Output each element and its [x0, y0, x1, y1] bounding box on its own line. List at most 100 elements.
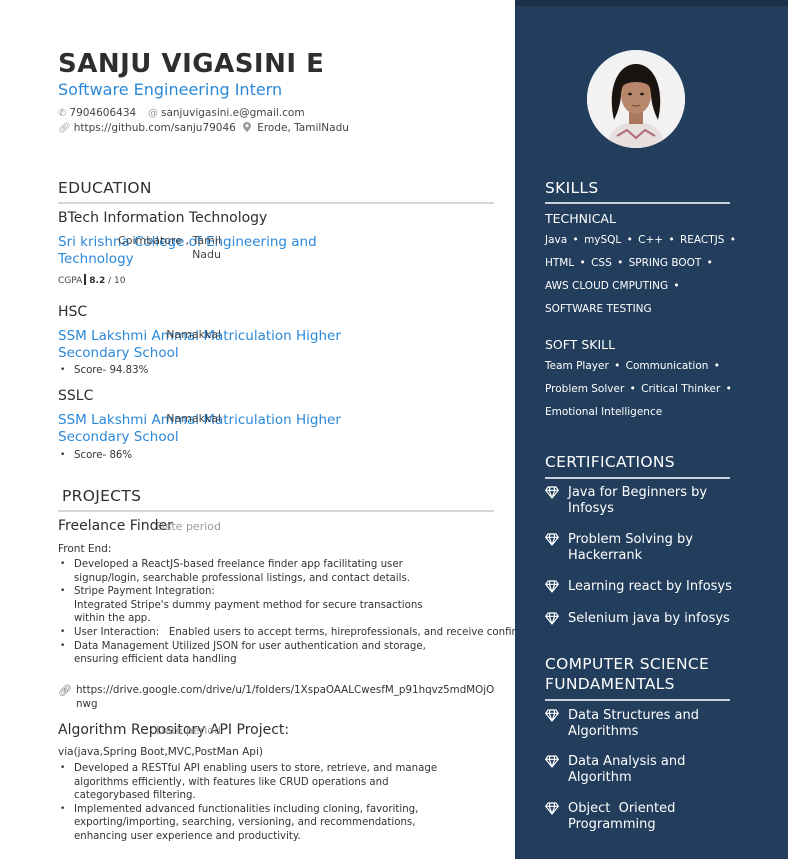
technical-skills-line: Java • mySQL • C++ • REACTJS • — [545, 234, 736, 246]
contact-phone: ✆ 7904606434 — [58, 107, 136, 119]
certification-label: Problem Solving by Hackerrank — [568, 532, 693, 563]
education-details: Score- 86% — [58, 449, 498, 463]
skill-tag: CSS — [591, 257, 612, 269]
cgpa-label: CGPA — [58, 276, 83, 286]
education-details: Score- 94.83% — [58, 364, 498, 378]
skill-tag: Emotional Intelligence — [545, 406, 663, 418]
skill-tag: AWS CLOUD CMPUTING — [545, 280, 669, 292]
education-degree: BTech Information Technology — [58, 210, 268, 226]
list-item: Score- 86% — [58, 449, 498, 463]
certifications-divider — [545, 477, 730, 479]
diamond-icon — [545, 612, 559, 625]
sidebar: SKILLS TECHNICAL Java • mySQL • C++ • RE… — [515, 0, 788, 859]
projects-divider — [58, 510, 494, 512]
skill-tag: SOFTWARE TESTING — [545, 303, 652, 315]
certification-label: Java for Beginners by Infosys — [568, 485, 708, 516]
email-text[interactable]: sanjuvigasini.e@gmail.com — [161, 107, 305, 119]
soft-skills-line: Team Player • Communication • — [545, 360, 720, 372]
technical-skills-line: HTML • CSS • SPRING BOOT • — [545, 257, 713, 269]
skill-tag: Critical Thinker — [641, 383, 721, 395]
location-text: Erode, TamilNadu — [257, 122, 349, 134]
technical-skills-label: TECHNICAL — [545, 211, 616, 226]
diamond-icon — [545, 802, 559, 815]
skill-tag: mySQL — [584, 234, 622, 246]
cgpa-value: 8.2 — [89, 276, 106, 286]
candidate-role: Software Engineering Intern — [58, 80, 283, 99]
project-bullets: Developed a ReactJS-based freelance find… — [58, 558, 728, 667]
skill-tag: Team Player — [545, 360, 609, 372]
link-icon: 🔗︎ — [58, 123, 71, 134]
main-column: SANJU VIGASINI E Software Engineering In… — [0, 0, 728, 859]
projects-heading: PROJECTS — [62, 487, 142, 505]
skills-heading: SKILLS — [545, 179, 599, 197]
diamond-icon — [545, 709, 559, 722]
certification-item: Selenium java by infosys — [545, 611, 745, 627]
cgpa-separator — [84, 274, 87, 285]
certifications-heading: CERTIFICATIONS — [545, 453, 675, 471]
skill-tag: REACTJS — [679, 234, 725, 246]
fundamentals-divider — [545, 699, 730, 701]
cgpa-line: CGPA 8.2 / 10 — [58, 274, 125, 286]
project-link-url[interactable]: https://drive.google.com/drive/u/1/folde… — [76, 684, 494, 710]
certification-label: Learning react by Infosys — [568, 579, 732, 594]
soft-skills-line: Problem Solver • Critical Thinker • — [545, 383, 732, 395]
skill-tag: Communication — [625, 360, 709, 372]
list-item: Implemented advanced functionalities inc… — [58, 803, 453, 844]
candidate-name: SANJU VIGASINI E — [58, 49, 325, 79]
avatar-portrait — [587, 50, 685, 148]
avatar — [587, 50, 685, 148]
diamond-icon — [545, 755, 559, 768]
contact-location: Erode, TamilNadu — [243, 122, 349, 134]
technical-skills-line: AWS CLOUD CMPUTING • — [545, 280, 680, 292]
education-location: Namakkal — [166, 328, 221, 341]
education-heading: EDUCATION — [58, 179, 152, 197]
fundamentals-item: Data Analysis and Algorithm — [545, 754, 745, 786]
sidebar-top-bar — [515, 0, 788, 6]
skill-tag: Java — [545, 234, 568, 246]
skills-divider — [545, 202, 730, 204]
fundamentals-item: Data Structures and Algorithms — [545, 708, 745, 740]
certification-label: Selenium java by infosys — [568, 611, 730, 626]
list-item: Score- 94.83% — [58, 364, 498, 378]
phone-icon: ✆ — [58, 108, 67, 119]
fundamentals-label: Data Structures and Algorithms — [568, 708, 700, 739]
certification-item: Problem Solving by Hackerrank — [545, 532, 745, 564]
project-date: Date period — [156, 724, 221, 737]
contact-github[interactable]: 🔗︎ https://github.com/sanju79046 — [58, 122, 236, 134]
skill-tag: SPRING BOOT — [628, 257, 702, 269]
list-item: Stripe Payment Integration: Integrated S… — [58, 585, 453, 626]
project-link[interactable]: 🔗︎ https://drive.google.com/drive/u/1/fol… — [58, 684, 498, 711]
education-location: Namakkal — [166, 412, 221, 425]
project-subtitle: via(java,Spring Boot,MVC,PostMan Api) — [58, 746, 263, 758]
project-date: Date period — [156, 520, 221, 533]
phone-text: 7904606434 — [69, 107, 137, 119]
project-subtitle: Front End: — [58, 543, 112, 555]
certification-item: Learning react by Infosys — [545, 579, 745, 595]
diamond-icon — [545, 486, 559, 499]
list-item: Developed a ReactJS-based freelance find… — [58, 558, 453, 585]
skill-tag: HTML — [545, 257, 575, 269]
fundamentals-heading: COMPUTER SCIENCE FUNDAMENTALS — [545, 655, 710, 693]
location-pin-icon — [243, 122, 254, 134]
education-degree: SSLC — [58, 388, 94, 404]
fundamentals-label: Object Oriented Programming — [568, 801, 680, 832]
contact-email[interactable]: @ sanjuvigasini.e@gmail.com — [148, 107, 305, 119]
education-divider — [58, 202, 494, 204]
github-link[interactable]: https://github.com/sanju79046 — [74, 122, 236, 134]
soft-skills-label: SOFT SKILL — [545, 337, 616, 352]
cgpa-max: / 10 — [108, 276, 126, 286]
technical-skills-line: SOFTWARE TESTING — [545, 303, 652, 315]
list-item: User Interaction: Enabled users to accep… — [58, 626, 728, 640]
project-bullets: Developed a RESTful API enabling users t… — [58, 762, 453, 844]
at-sign-icon: @ — [148, 108, 158, 119]
diamond-icon — [545, 533, 559, 546]
link-icon: 🔗︎ — [58, 684, 72, 697]
list-item: Data Management Utilized JSON for user a… — [58, 640, 453, 667]
soft-skills-line: Emotional Intelligence — [545, 406, 662, 418]
diamond-icon — [545, 580, 559, 593]
education-degree: HSC — [58, 304, 88, 320]
certification-item: Java for Beginners by Infosys — [545, 485, 745, 517]
list-item: Developed a RESTful API enabling users t… — [58, 762, 453, 803]
skill-tag: C++ — [638, 234, 664, 246]
education-location: Coimbatore , Tamil Nadu — [118, 234, 221, 261]
